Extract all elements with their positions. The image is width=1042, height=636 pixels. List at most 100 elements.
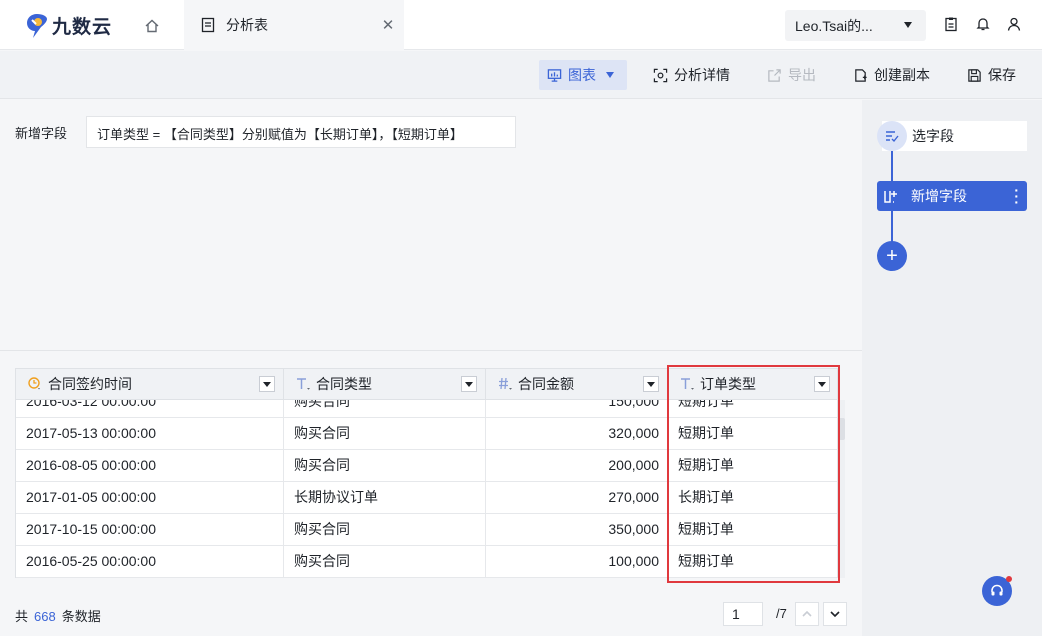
record-count-number: 668 (34, 609, 56, 624)
export-label: 导出 (788, 67, 816, 83)
cell-order-type: 长期订单 (678, 489, 734, 505)
step-select-fields-label: 选字段 (912, 128, 954, 144)
chart-button[interactable]: 图表 (539, 60, 627, 90)
save-button[interactable]: 保存 (967, 60, 1016, 90)
panel-divider (0, 350, 862, 351)
cell-sign-time: 2017-01-05 00:00:00 (16, 482, 284, 514)
close-icon[interactable]: ✕ (380, 16, 396, 34)
copy-icon (855, 68, 867, 82)
column-header-sign-time[interactable]: 合同签约时间 (16, 369, 284, 399)
clock-icon (28, 377, 44, 391)
column-header-contract-type[interactable]: 合同类型 (284, 369, 486, 399)
export-icon (768, 68, 781, 82)
column-dropdown-icon[interactable] (259, 376, 275, 392)
home-icon (145, 19, 159, 33)
chart-icon (547, 68, 562, 82)
tab-label: 分析表 (226, 17, 268, 33)
tab-analysis-table[interactable]: 分析表 ✕ (184, 0, 404, 50)
cell-contract-amount: 270,000 (486, 482, 668, 514)
headset-icon (991, 584, 1003, 596)
cell-order-type: 短期订单 (678, 425, 734, 441)
column-header-order-type[interactable]: 订单类型 (668, 369, 838, 399)
app-logo[interactable]: 九数云 (26, 12, 112, 39)
record-count-prefix: 共 (15, 609, 29, 624)
cell-contract-type: 购买合同 (284, 400, 486, 418)
cell-contract-type: 购买合同 (284, 546, 486, 578)
field-list-icon (877, 121, 907, 151)
cell-contract-type: 购买合同 (284, 514, 486, 546)
cell-order-type: 短期订单 (678, 553, 734, 569)
column-label: 合同签约时间 (48, 376, 132, 392)
help-chat-button[interactable] (982, 576, 1012, 606)
logo-icon (27, 13, 47, 38)
export-button[interactable]: 导出 (767, 60, 816, 90)
document-icon (201, 17, 215, 33)
scan-icon (653, 68, 668, 82)
step-select-fields[interactable]: 选字段 (877, 121, 1027, 151)
cell-sign-time: 2017-05-13 00:00:00 (16, 418, 284, 450)
clipboard-icon[interactable] (943, 16, 959, 32)
column-label: 订单类型 (700, 376, 756, 392)
column-dropdown-icon[interactable] (814, 376, 830, 392)
cell-contract-amount: 100,000 (486, 546, 668, 578)
chevron-down-icon (830, 611, 840, 618)
page-next-button[interactable] (823, 602, 847, 626)
text-type-icon (680, 377, 696, 391)
table-row[interactable]: 2016-08-05 00:00:00 购买合同 200,000 短期订单 (16, 450, 837, 482)
cell-contract-amount: 200,000 (486, 450, 668, 482)
add-step-button[interactable]: + (877, 241, 907, 271)
column-header-contract-amount[interactable]: 合同金额 (486, 369, 668, 399)
scrollbar-thumb[interactable] (838, 418, 845, 440)
table-row[interactable]: 2016-03-12 00:00:00 购买合同 150,000 短期订单 (16, 400, 837, 418)
analysis-detail-label: 分析详情 (674, 67, 730, 83)
table-row[interactable]: 2017-05-13 00:00:00 购买合同 320,000 短期订单 (16, 418, 837, 450)
table-row[interactable]: 2017-10-15 00:00:00 购买合同 350,000 短期订单 (16, 514, 837, 546)
table-header: 合同签约时间 合同类型 合同金额 订单类型 (15, 368, 838, 400)
table-row[interactable]: 2016-05-25 00:00:00 购买合同 100,000 短期订单 (16, 546, 837, 578)
cell-order-type: 短期订单 (678, 400, 734, 409)
chart-button-label: 图表 (568, 67, 596, 83)
more-vertical-icon[interactable]: · · · (1014, 183, 1019, 209)
cell-contract-type: 购买合同 (284, 450, 486, 482)
table-row[interactable]: 2017-01-05 00:00:00 长期协议订单 270,000 长期订单 (16, 482, 837, 514)
cell-contract-amount: 350,000 (486, 514, 668, 546)
create-copy-label: 创建副本 (874, 67, 930, 83)
cell-sign-time: 2016-08-05 00:00:00 (16, 450, 284, 482)
cell-sign-time: 2016-05-25 00:00:00 (16, 546, 284, 578)
number-type-icon (498, 377, 514, 391)
cell-contract-type: 长期协议订单 (284, 482, 486, 514)
caret-down-icon (606, 72, 614, 78)
toolbar: 图表 分析详情 导出 创建副本 保存 (0, 51, 1042, 99)
column-dropdown-icon[interactable] (643, 376, 659, 392)
page-number-input[interactable]: 1 (723, 602, 763, 626)
cell-contract-amount: 320,000 (486, 418, 668, 450)
caret-down-icon (904, 22, 912, 28)
formula-expression[interactable]: 订单类型 = 【合同类型】分别赋值为【长期订单】，【短期订单】 (86, 116, 516, 148)
text-type-icon (296, 377, 312, 391)
user-dropdown[interactable]: Leo.Tsai的... (785, 10, 926, 41)
table-body: 2016-03-12 00:00:00 购买合同 150,000 短期订单 20… (15, 400, 838, 578)
column-label: 合同金额 (518, 376, 574, 392)
user-name: Leo.Tsai的... (795, 17, 873, 34)
save-label: 保存 (988, 67, 1016, 83)
page-prev-button[interactable] (795, 602, 819, 626)
cell-order-type: 短期订单 (678, 521, 734, 537)
main-panel: 新增字段 订单类型 = 【合同类型】分别赋值为【长期订单】，【短期订单】 合同签… (0, 100, 862, 636)
cell-sign-time: 2017-10-15 00:00:00 (16, 514, 284, 546)
record-count: 共 668 条数据 (15, 606, 101, 625)
column-dropdown-icon[interactable] (461, 376, 477, 392)
cell-sign-time: 2016-03-12 00:00:00 (16, 400, 284, 418)
table-scrollbar[interactable] (838, 400, 845, 578)
top-bar: 九数云 分析表 ✕ Leo.Tsai的... (0, 0, 1042, 50)
step-add-field[interactable]: 新增字段 · · · (877, 181, 1027, 211)
create-copy-button[interactable]: 创建副本 (853, 60, 930, 90)
user-icon[interactable] (1006, 16, 1022, 32)
cell-contract-amount: 150,000 (486, 400, 668, 418)
save-icon (968, 68, 981, 82)
home-button[interactable] (140, 15, 164, 37)
record-count-suffix: 条数据 (61, 609, 101, 624)
cell-contract-type: 购买合同 (284, 418, 486, 450)
notification-dot (1006, 576, 1012, 582)
bell-icon[interactable] (975, 16, 991, 32)
analysis-detail-button[interactable]: 分析详情 (653, 60, 730, 90)
